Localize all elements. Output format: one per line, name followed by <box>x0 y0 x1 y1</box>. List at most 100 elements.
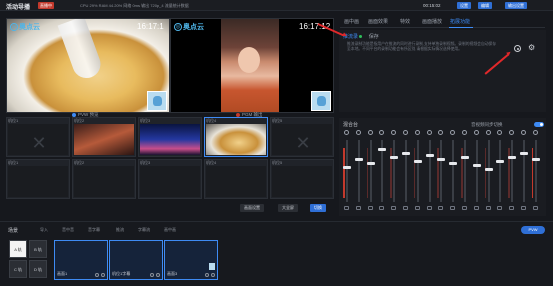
track-c-button[interactable]: C 轨 <box>9 260 27 278</box>
channel-mute-icon[interactable] <box>450 206 456 210</box>
channel-headphone-icon[interactable] <box>414 130 420 135</box>
fader-knob[interactable] <box>449 162 458 165</box>
channel-headphone-icon[interactable] <box>355 130 361 135</box>
source-cell[interactable]: 机位3 <box>138 159 202 199</box>
channel-mute-icon[interactable] <box>379 206 385 210</box>
scene-delete-icon[interactable] <box>156 273 160 277</box>
channel-headphone-icon[interactable] <box>426 130 432 135</box>
subtab-save[interactable]: 保存 <box>369 34 379 40</box>
tool-import[interactable]: 导入 <box>40 226 48 233</box>
fader-knob[interactable] <box>496 160 505 163</box>
channel-headphone-icon[interactable] <box>438 130 444 135</box>
fader-knob[interactable] <box>508 156 517 159</box>
channel-mute-icon[interactable] <box>485 206 491 210</box>
fader-knob[interactable] <box>472 164 481 167</box>
fullscreen-button[interactable]: 大全屏 <box>278 204 298 212</box>
settings-button[interactable]: 设置 <box>457 2 471 9</box>
scene-card[interactable]: 画面1 <box>54 240 108 280</box>
channel-mute-icon[interactable] <box>367 206 373 210</box>
channel-headphone-icon[interactable] <box>462 130 467 135</box>
channel-headphone-icon[interactable] <box>391 130 397 135</box>
pvw-button[interactable]: PVW <box>521 226 545 234</box>
tool-audio[interactable]: 音中音 <box>62 226 74 233</box>
tool-subtitle[interactable]: 音字幕 <box>88 226 100 233</box>
source-cell[interactable]: 机位2 <box>72 117 136 157</box>
channel-mute-icon[interactable] <box>438 206 444 210</box>
scene-card[interactable]: 画面3 <box>164 240 218 280</box>
output-settings-button[interactable]: 输出设置 <box>505 2 527 9</box>
channel-headphone-icon[interactable] <box>450 130 456 135</box>
scene-settings-icon[interactable] <box>205 273 209 277</box>
tab-extensions[interactable]: 拓展功能 <box>450 18 470 25</box>
channel-mute-icon[interactable] <box>355 206 361 210</box>
channel-headphone-icon[interactable] <box>532 130 538 135</box>
track-b-button[interactable]: B 轨 <box>29 240 47 258</box>
scene-delete-icon[interactable] <box>101 273 105 277</box>
channel-mute-icon[interactable] <box>414 206 420 210</box>
fader-track <box>416 140 419 202</box>
fader-knob[interactable] <box>531 158 540 161</box>
track-d-button[interactable]: D 轨 <box>29 260 47 278</box>
fader-knob[interactable] <box>520 152 528 155</box>
channel-headphone-icon[interactable] <box>473 130 479 135</box>
channel-mute-icon[interactable] <box>521 206 526 210</box>
scene-delete-icon[interactable] <box>211 273 215 277</box>
tab-effects[interactable]: 画面效果 <box>368 18 388 25</box>
channel-mute-icon[interactable] <box>532 206 538 210</box>
tab-special[interactable]: 特效 <box>400 18 410 25</box>
channel-headphone-icon[interactable] <box>509 130 515 135</box>
channel-headphone-icon[interactable] <box>367 130 373 135</box>
channel-headphone-icon[interactable] <box>379 130 385 135</box>
source-cell[interactable]: 机位3 <box>138 117 202 157</box>
switch-button[interactable]: 切换 <box>310 204 326 212</box>
scene-settings-icon[interactable] <box>95 273 99 277</box>
source-cell[interactable]: 机位4 <box>204 159 268 199</box>
fader-knob[interactable] <box>378 148 387 151</box>
channel-mute-icon[interactable] <box>426 206 432 210</box>
channel-mute-icon[interactable] <box>403 206 408 210</box>
program-logo: ◎ 奥点云 <box>174 23 204 32</box>
source-cell[interactable]: 机位1 <box>6 159 70 199</box>
channel-mute-icon[interactable] <box>473 206 479 210</box>
channel-headphone-icon[interactable] <box>403 130 408 135</box>
fader-knob[interactable] <box>413 160 422 163</box>
fader-knob[interactable] <box>437 158 446 161</box>
channel-mute-icon[interactable] <box>391 206 397 210</box>
gear-icon[interactable]: ⚙ <box>528 44 536 52</box>
fader-knob[interactable] <box>484 168 493 171</box>
fader-knob[interactable] <box>390 156 399 159</box>
fader-knob[interactable] <box>461 156 469 159</box>
source-cell[interactable]: 机位5 ✕ <box>270 117 334 157</box>
channel-headphone-icon[interactable] <box>485 130 491 135</box>
source-cell[interactable]: 机位5 <box>270 159 334 199</box>
channel-headphone-icon[interactable] <box>521 130 526 135</box>
screen-settings-button[interactable]: 画面设置 <box>240 204 264 212</box>
scene-card[interactable]: 机位1字幕 <box>109 240 163 280</box>
edit-button[interactable]: 编辑 <box>478 2 492 9</box>
fader-knob[interactable] <box>366 162 375 165</box>
channel-mute-icon[interactable] <box>497 206 503 210</box>
fader-knob[interactable] <box>354 158 363 161</box>
source-cell[interactable]: 机位2 <box>72 159 136 199</box>
preview-monitor[interactable]: ◎ 奥点云 16:17:1 <box>6 18 170 113</box>
source-cell-active[interactable]: 机位4 <box>204 117 268 157</box>
tool-subtitle-stream[interactable]: 字幕流 <box>138 226 150 233</box>
fader-knob[interactable] <box>343 166 351 169</box>
scene-settings-icon[interactable] <box>150 273 154 277</box>
channel-mute-icon[interactable] <box>462 206 467 210</box>
channel-headphone-icon[interactable] <box>344 130 349 135</box>
channel-headphone-icon[interactable] <box>497 130 503 135</box>
tool-pip[interactable]: 画中画 <box>164 226 176 233</box>
level-meter <box>343 148 345 198</box>
channel-mute-icon[interactable] <box>509 206 515 210</box>
fader-knob[interactable] <box>402 152 410 155</box>
track-a-button[interactable]: A 轨 <box>9 240 27 258</box>
sync-toggle[interactable] <box>534 122 544 127</box>
tab-playback[interactable]: 画面播放 <box>422 18 442 25</box>
tab-pip[interactable]: 画中画 <box>344 18 359 25</box>
channel-mute-icon[interactable] <box>344 206 349 210</box>
fader-knob[interactable] <box>425 154 434 157</box>
tool-stream[interactable]: 推流 <box>116 226 124 233</box>
record-button[interactable] <box>514 45 521 52</box>
source-cell[interactable]: 机位1 ✕ <box>6 117 70 157</box>
